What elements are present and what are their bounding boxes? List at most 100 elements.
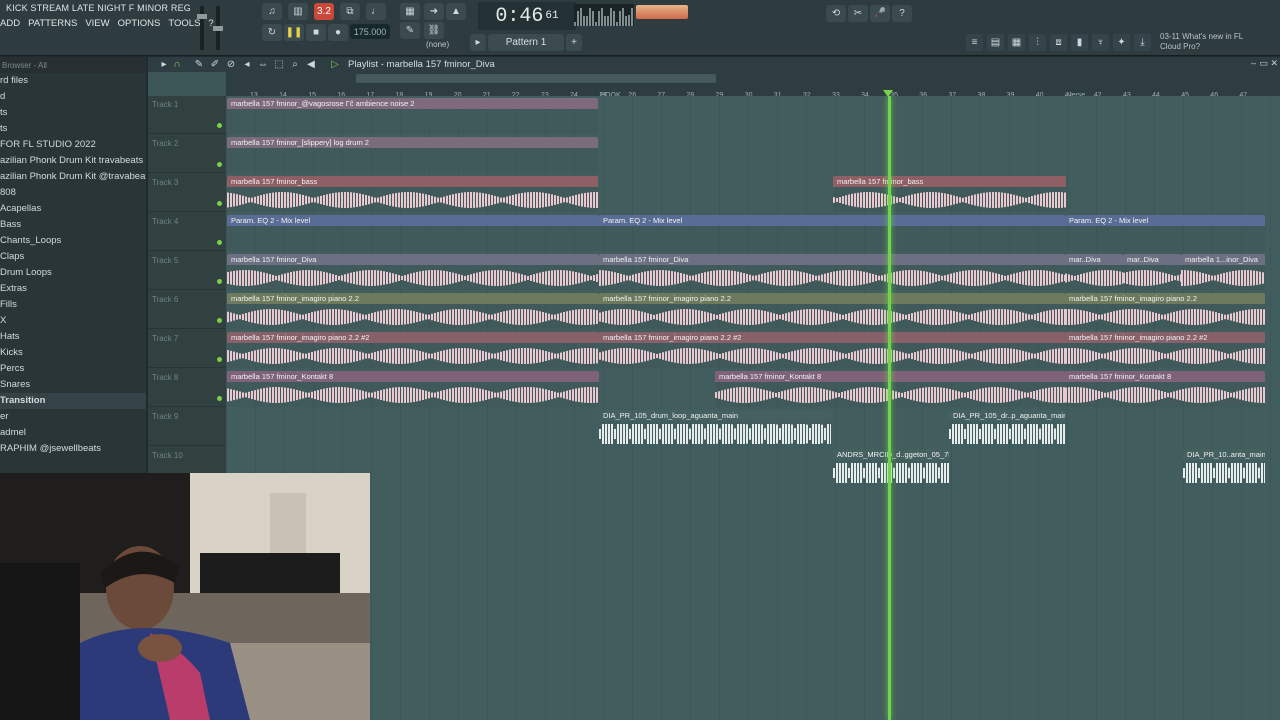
maximize-icon[interactable]: ▭ xyxy=(1259,58,1268,69)
browser-item[interactable]: Chants_Loops xyxy=(0,233,146,249)
browser-item[interactable]: admel xyxy=(0,425,146,441)
track-enable-led[interactable] xyxy=(217,123,222,128)
delete-icon[interactable]: ⊘ xyxy=(224,57,238,71)
mixer-meter-icon[interactable]: ▥ xyxy=(288,3,308,20)
stop-button[interactable]: ■ xyxy=(306,24,326,41)
track-enable-led[interactable] xyxy=(217,240,222,245)
minimize-icon[interactable]: – xyxy=(1251,58,1256,68)
pat-song-toggle-icon[interactable]: ♫ xyxy=(262,3,282,20)
news-hint[interactable]: 03-11 What's new in FL Cloud Pro? xyxy=(1160,32,1243,52)
browser-item[interactable]: Claps xyxy=(0,249,146,265)
loop-icon[interactable]: ↻ xyxy=(262,24,282,41)
browser-item[interactable]: Fills xyxy=(0,297,146,313)
browser-item[interactable]: Bass xyxy=(0,217,146,233)
help-icon[interactable]: ? xyxy=(892,5,912,22)
playlist-clip[interactable]: DIA_PR_105_drum_loop_aguanta_main xyxy=(599,410,831,446)
browser-item[interactable]: azilian Phonk Drum Kit travabeats (1) xyxy=(0,153,146,169)
menu-patterns[interactable]: PATTERNS xyxy=(28,18,77,29)
browser-item[interactable]: Hats xyxy=(0,329,146,345)
playlist-clip[interactable]: marbella 157 fminor_imagiro piano 2.2 xyxy=(1065,293,1265,329)
playlist-clip[interactable]: marbella 157 fminor_@vagosrose Гĉ ambien… xyxy=(227,98,598,134)
browser-item[interactable]: ts xyxy=(0,121,146,137)
browser-icon[interactable]: ▮ xyxy=(1071,34,1088,51)
browser-item[interactable]: Extras xyxy=(0,281,146,297)
track-header[interactable]: Track 7 xyxy=(148,330,226,368)
browser-header[interactable]: Browser - All xyxy=(0,57,146,73)
mixer-icon[interactable]: ⫶ xyxy=(1029,34,1046,51)
track-enable-led[interactable] xyxy=(217,318,222,323)
metronome-icon[interactable]: ♩ xyxy=(366,3,386,20)
browser-item[interactable]: azilian Phonk Drum Kit @travabeats xyxy=(0,169,146,185)
playlist-clip[interactable]: marbella 157 fminor_imagiro piano 2.2 #2 xyxy=(599,332,1065,368)
track-enable-led[interactable] xyxy=(217,357,222,362)
menu-options[interactable]: OPTIONS xyxy=(118,18,161,29)
track-header[interactable]: Track 1 xyxy=(148,96,226,134)
playlist-clip[interactable]: marbella 157 fminor_imagiro piano 2.2 #2 xyxy=(227,332,599,368)
close-icon[interactable]: ✕ xyxy=(1270,58,1278,69)
browser-item[interactable]: ts xyxy=(0,105,146,121)
playlist-clip[interactable]: marbella 157 fminor_[slippery] log drum … xyxy=(227,137,598,173)
download-icon[interactable]: ⤓ xyxy=(1134,34,1151,51)
browser-item[interactable]: Transition xyxy=(0,393,146,409)
playlist-clip[interactable]: DIA_PR_10..anta_main xyxy=(1183,449,1265,485)
speaker-icon[interactable]: ◀ xyxy=(304,57,318,71)
track-enable-led[interactable] xyxy=(217,279,222,284)
track-header[interactable]: Track 4 xyxy=(148,213,226,251)
track-header[interactable]: Track 9 xyxy=(148,408,226,446)
pause-button[interactable]: ❚❚ xyxy=(284,24,304,41)
track-header[interactable]: Track 2 xyxy=(148,135,226,173)
pattern-add-icon[interactable]: + xyxy=(566,34,582,51)
tempo-display[interactable]: 175.000 xyxy=(350,24,390,39)
step-display[interactable]: 3.2 xyxy=(314,3,334,20)
browser-item[interactable]: X xyxy=(0,313,146,329)
playlist-clip[interactable]: Param. EQ 2 - Mix level xyxy=(599,215,1065,251)
playlist-clip[interactable]: DIA_PR_105_dr..p_aguanta_main xyxy=(949,410,1065,446)
piano-roll-window-icon[interactable]: ▦ xyxy=(1008,34,1025,51)
playlist-clip[interactable]: Param. EQ 2 - Mix level xyxy=(227,215,599,251)
playlist-clip[interactable]: marbella 157 fminor_imagiro piano 2.2 xyxy=(599,293,1065,329)
menu-add[interactable]: ADD xyxy=(0,18,20,29)
playlist-clip[interactable]: marbella 157 fminor_bass xyxy=(227,176,598,212)
plugin-db-icon[interactable]: ♆ xyxy=(1092,34,1109,51)
browser-item[interactable]: Kicks xyxy=(0,345,146,361)
browser-item[interactable]: FOR FL STUDIO 2022 xyxy=(0,137,146,153)
track-enable-led[interactable] xyxy=(217,201,222,206)
menu-tools[interactable]: TOOLS xyxy=(168,18,200,29)
track-header[interactable]: Track 3 xyxy=(148,174,226,212)
arrow-right-icon[interactable]: ▸ xyxy=(158,57,170,71)
channel-rack-icon[interactable]: ▤ xyxy=(987,34,1004,51)
wand-icon[interactable]: ✦ xyxy=(1113,34,1130,51)
playlist-clip[interactable]: ANDRS_MRCID_d..ggeton_05_75 xyxy=(833,449,949,485)
snap-icon[interactable]: ⧉ xyxy=(340,3,360,20)
playhead[interactable] xyxy=(888,96,891,720)
playlist-clip[interactable]: Param. EQ 2 - Mix level xyxy=(1065,215,1265,251)
browser-item[interactable]: er xyxy=(0,409,146,425)
pencil-icon[interactable]: ✎ xyxy=(192,57,206,71)
playlist-clip[interactable]: marbella 157 fminor_Diva xyxy=(599,254,1065,290)
playlist-clip[interactable]: marbella 157 fminor_imagiro piano 2.2 #2 xyxy=(1065,332,1265,368)
mic-icon[interactable]: 🎤 xyxy=(870,5,890,22)
master-volume-slider[interactable] xyxy=(197,6,207,50)
patcher-icon[interactable]: ⧈ xyxy=(1050,34,1067,51)
browser-item[interactable]: Acapellas xyxy=(0,201,146,217)
slip-icon[interactable]: ⇔ xyxy=(256,57,270,71)
playlist-clip[interactable]: marbella 157 fminor_bass xyxy=(833,176,1066,212)
zoom-icon[interactable]: ⌕ xyxy=(288,57,302,71)
browser-item[interactable]: RAPHIM @jsewellbeats xyxy=(0,441,146,457)
pattern-selector[interactable]: Pattern 1 xyxy=(488,34,564,51)
browser-item[interactable]: Drum Loops xyxy=(0,265,146,281)
master-pitch-slider[interactable] xyxy=(213,6,223,50)
pattern-prev-icon[interactable]: ▸ xyxy=(470,34,486,51)
horizontal-scrollbar[interactable] xyxy=(356,74,716,83)
cut-icon[interactable]: ✂ xyxy=(848,5,868,22)
playlist-clip[interactable]: marbella 1...inor_Diva xyxy=(1181,254,1265,290)
piano-roll-icon[interactable]: ▦ xyxy=(400,3,420,20)
browser-item[interactable]: 808 xyxy=(0,185,146,201)
track-header[interactable]: Track 8 xyxy=(148,369,226,407)
plugin-icon[interactable]: ▲ xyxy=(446,3,466,20)
undo-icon[interactable]: ⟲ xyxy=(826,5,846,22)
playlist-clip[interactable]: mar..Diva xyxy=(1123,254,1181,290)
track-enable-led[interactable] xyxy=(217,396,222,401)
playlist-clip[interactable]: marbella 157 fminor_Kontakt 8 xyxy=(227,371,599,407)
link-icon[interactable]: ⛓ xyxy=(424,22,444,39)
